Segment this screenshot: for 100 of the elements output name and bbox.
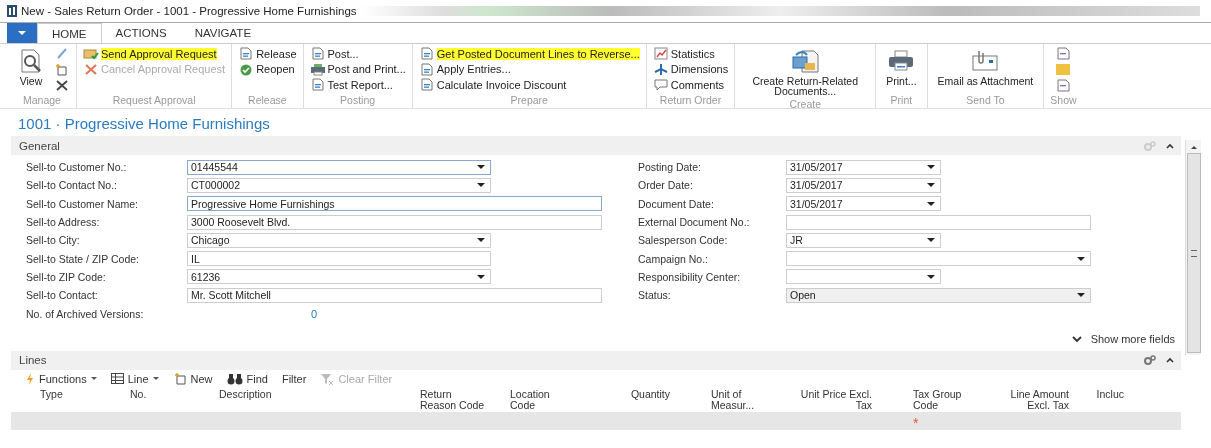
dropdown-field[interactable]: 01445544: [187, 159, 491, 175]
ribbon-button[interactable]: Release: [238, 46, 297, 62]
chevron-down-icon: [1070, 334, 1083, 343]
grid-icon: [110, 373, 124, 385]
input-field[interactable]: IL: [187, 251, 491, 267]
field-label: Sell-to Address:: [26, 216, 101, 229]
dropdown-field[interactable]: 31/05/2017: [786, 196, 941, 212]
toolbar-button[interactable]: Filter: [281, 372, 307, 385]
ribbon-button[interactable]: Test Report...: [309, 77, 393, 93]
column-header[interactable]: Type: [11, 387, 101, 412]
column-header[interactable]: Line Amount Excl. Tax: [971, 387, 1081, 412]
input-field[interactable]: Mr. Scott Mitchell: [187, 287, 602, 303]
ribbon-group-label: Prepare: [510, 94, 548, 108]
field-label: Sell-to Contact:: [26, 289, 99, 302]
column-header[interactable]: Unit Price Excl. Tax: [771, 387, 884, 412]
ribbon-button[interactable]: View: [14, 46, 48, 88]
section-header[interactable]: General: [11, 136, 1181, 155]
settings-icon[interactable]: [1143, 354, 1157, 367]
ribbon-button[interactable]: Post and Print...: [309, 61, 406, 77]
dropdown-field[interactable]: CT000002: [187, 177, 491, 193]
comment-icon: [652, 78, 669, 92]
cross-icon: [83, 62, 99, 76]
required-mark: *: [913, 415, 919, 430]
column-header[interactable]: No.: [101, 387, 190, 412]
delete-icon[interactable]: [54, 79, 70, 92]
ribbon-button[interactable]: Dimensions: [652, 61, 729, 77]
document-icon: [238, 47, 255, 61]
document-icon[interactable]: [1055, 79, 1072, 92]
page-title: 1001 · Progressive Home Furnishings: [17, 114, 271, 134]
dropdown-field[interactable]: [786, 269, 941, 285]
ribbon-group-label: Show: [1050, 94, 1077, 108]
dropdown-field[interactable]: JR: [786, 232, 941, 248]
link[interactable]: 0: [311, 307, 318, 320]
column-header[interactable]: Incluc: [1081, 387, 1136, 412]
window-title: New - Sales Return Order - 1001 - Progressive Home Furnishings: [21, 5, 357, 17]
column-header[interactable]: Tax Group Code: [884, 387, 971, 412]
ribbon-button[interactable]: Statistics: [652, 46, 715, 62]
envelope-icon: [970, 48, 1001, 74]
printer-icon: [309, 62, 326, 76]
toolbar-button[interactable]: New: [172, 372, 213, 385]
input-field[interactable]: Progressive Home Furnishings: [187, 196, 602, 212]
ribbon-button[interactable]: Post...: [309, 46, 359, 62]
field-label: Salesperson Code:: [638, 234, 729, 247]
app-menu-button[interactable]: [7, 23, 37, 43]
binoculars-icon: [226, 372, 243, 385]
ribbon-button[interactable]: Comments: [652, 77, 724, 93]
ribbon-button[interactable]: Print...: [882, 46, 921, 88]
input-field[interactable]: 3000 Roosevelt Blvd.: [187, 214, 602, 230]
new-document-icon: [172, 372, 187, 385]
document-icon: [309, 47, 326, 61]
collapse-icon[interactable]: [1165, 356, 1175, 365]
dropdown-field[interactable]: 31/05/2017: [786, 177, 941, 193]
dropdown-field[interactable]: Chicago: [187, 232, 491, 248]
ribbon-group-label: Request Approval: [112, 94, 196, 108]
column-header[interactable]: Description: [190, 387, 391, 412]
field-label: Posting Date:: [638, 161, 703, 174]
field-label: Sell-to State / ZIP Code:: [26, 252, 141, 265]
app-icon: [7, 5, 17, 17]
ribbon-button[interactable]: Apply Entries...: [418, 61, 511, 77]
ribbon-group-label: Print: [890, 94, 913, 108]
ribbon-button[interactable]: Email as Attachment: [933, 46, 1038, 88]
dropdown-field[interactable]: [786, 251, 1091, 267]
chart-icon: [652, 47, 669, 61]
ribbon-group-label: Manage: [23, 94, 61, 108]
toolbar-button[interactable]: Line: [110, 372, 159, 385]
toolbar-button[interactable]: Find: [226, 372, 268, 385]
field-label: Status:: [638, 289, 672, 302]
input-field[interactable]: [786, 214, 1091, 230]
show-more-fields-link[interactable]: Show more fields: [1064, 331, 1181, 346]
ribbon-button[interactable]: Reopen: [238, 61, 295, 77]
scrollbar[interactable]: [1185, 140, 1201, 355]
document-icon: [418, 62, 435, 76]
field-label: No. of Archived Versions:: [26, 307, 145, 320]
collapse-icon[interactable]: [1165, 141, 1175, 150]
field-label: Sell-to ZIP Code:: [26, 270, 107, 283]
ribbon-tab[interactable]: HOME: [37, 23, 102, 43]
clear-filter-icon: [320, 372, 335, 385]
section-header[interactable]: Lines: [11, 350, 1181, 370]
dropdown-field[interactable]: 31/05/2017: [786, 159, 941, 175]
ribbon-button[interactable]: Create Return-Related Documents...: [741, 46, 870, 98]
ribbon-button[interactable]: Calculate Invoice Discount: [418, 77, 567, 93]
column-header[interactable]: Unit of Measur...: [682, 387, 771, 412]
document-icon[interactable]: [1055, 47, 1072, 60]
envelope-icon: [83, 47, 99, 61]
ribbon-group-label: Release: [248, 94, 287, 108]
field-label: Sell-to Customer Name:: [26, 197, 140, 210]
ribbon-tab[interactable]: NAVIGATE: [180, 23, 266, 43]
field-label: Sell-to City:: [26, 234, 81, 247]
ribbon-group-label: Return Order: [659, 94, 722, 108]
documents-icon: [790, 48, 821, 74]
ribbon-tab[interactable]: ACTIONS: [101, 23, 181, 43]
document-icon: [418, 47, 435, 61]
field-label: Document Date:: [638, 197, 715, 210]
field-label: Sell-to Contact No.:: [26, 179, 119, 192]
dropdown-field[interactable]: 61236: [187, 269, 491, 285]
field-label: Sell-to Customer No.:: [26, 161, 128, 174]
pencil-icon[interactable]: [54, 47, 70, 60]
column-header[interactable]: Quantity: [611, 387, 682, 412]
toolbar-button[interactable]: Functions: [25, 372, 97, 385]
field-label: Order Date:: [638, 179, 694, 192]
